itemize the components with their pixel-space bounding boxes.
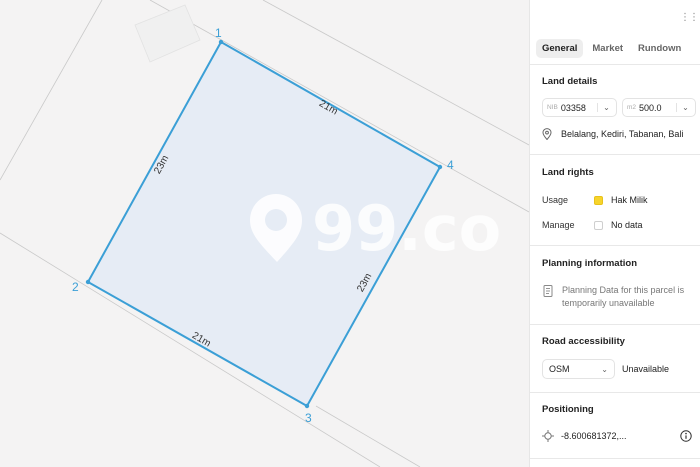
road-status: Unavailable (622, 364, 669, 374)
nib-prefix: NIB (547, 104, 558, 111)
vertex-label-1: 1 (215, 26, 222, 40)
divider (530, 64, 700, 65)
chevron-down-icon[interactable]: ⌄ (601, 365, 608, 374)
vertex-point-4[interactable] (437, 164, 443, 170)
usage-value: Hak Milik (611, 195, 648, 205)
vertex-point-2[interactable] (85, 279, 91, 285)
manage-row: Manage No data (542, 220, 643, 230)
building-footprint (134, 4, 201, 63)
usage-color-swatch (594, 195, 603, 205)
map-svg[interactable]: 99.co 21m 23m 21m 23m 1 2 3 4 (0, 0, 529, 467)
vertex-point-3[interactable] (304, 403, 310, 409)
location-row: Belalang, Kediri, Tabanan, Bali (542, 128, 683, 140)
crosshair-icon (542, 430, 554, 442)
nib-value: 03358 (560, 102, 586, 113)
tab-market[interactable]: Market (586, 39, 629, 58)
divider (530, 392, 700, 393)
land-details-title: Land details (542, 76, 598, 87)
divider (530, 324, 700, 325)
area-prefix: m2 (627, 104, 637, 111)
divider (530, 458, 700, 459)
manage-value: No data (611, 220, 643, 230)
road-status-text: Unavailable (622, 364, 670, 374)
road-line (315, 405, 421, 467)
chevron-down-icon[interactable]: ⌄ (676, 103, 691, 112)
road-source-value: OSM (549, 364, 570, 374)
info-icon[interactable] (680, 430, 692, 442)
location-text: Belalang, Kediri, Tabanan, Bali (561, 129, 684, 139)
panel-tabs: General Market Rundown (536, 39, 687, 58)
planning-message: Planning Data for this parcel is tempora… (562, 285, 685, 308)
road-accessibility-title: Road accessibility (542, 336, 625, 347)
planning-title: Planning information (542, 258, 637, 269)
usage-label: Usage (542, 195, 569, 205)
watermark-text: 99.co (312, 192, 501, 265)
land-rights-title: Land rights (542, 167, 594, 178)
vertex-label-4: 4 (447, 158, 454, 172)
vertex-label-3: 3 (305, 411, 312, 425)
vertex-label-2: 2 (72, 280, 79, 294)
parcel-info-panel: ⋮⋮ General Market Rundown Land details N… (529, 0, 700, 467)
divider (530, 245, 700, 246)
coordinates-text: -8.600681372,... (561, 431, 627, 441)
vertex-point-1[interactable] (218, 39, 224, 45)
divider (530, 154, 700, 155)
location-pin-icon (265, 209, 287, 231)
more-options-icon[interactable]: ⋮⋮ (680, 12, 699, 23)
tab-general[interactable]: General (536, 39, 584, 58)
coordinates-row: -8.600681372,... (561, 431, 627, 441)
usage-row: Usage Hak Milik (542, 195, 648, 205)
road-line (0, 0, 103, 181)
tab-rundown[interactable]: Rundown (632, 39, 687, 58)
manage-color-swatch (594, 220, 603, 230)
map-canvas[interactable]: 99.co 21m 23m 21m 23m 1 2 3 4 (0, 0, 529, 467)
road-source-select[interactable]: OSM ⌄ (542, 359, 615, 379)
positioning-title: Positioning (542, 404, 594, 415)
nib-select[interactable]: NIB 03358 ⌄ (542, 98, 617, 117)
document-icon (543, 285, 553, 297)
area-select[interactable]: m2 500.0 ⌄ (622, 98, 696, 117)
area-value: 500.0 (639, 102, 662, 113)
chevron-down-icon[interactable]: ⌄ (597, 103, 612, 112)
map-pin-icon (542, 128, 552, 140)
manage-label: Manage (542, 220, 575, 230)
